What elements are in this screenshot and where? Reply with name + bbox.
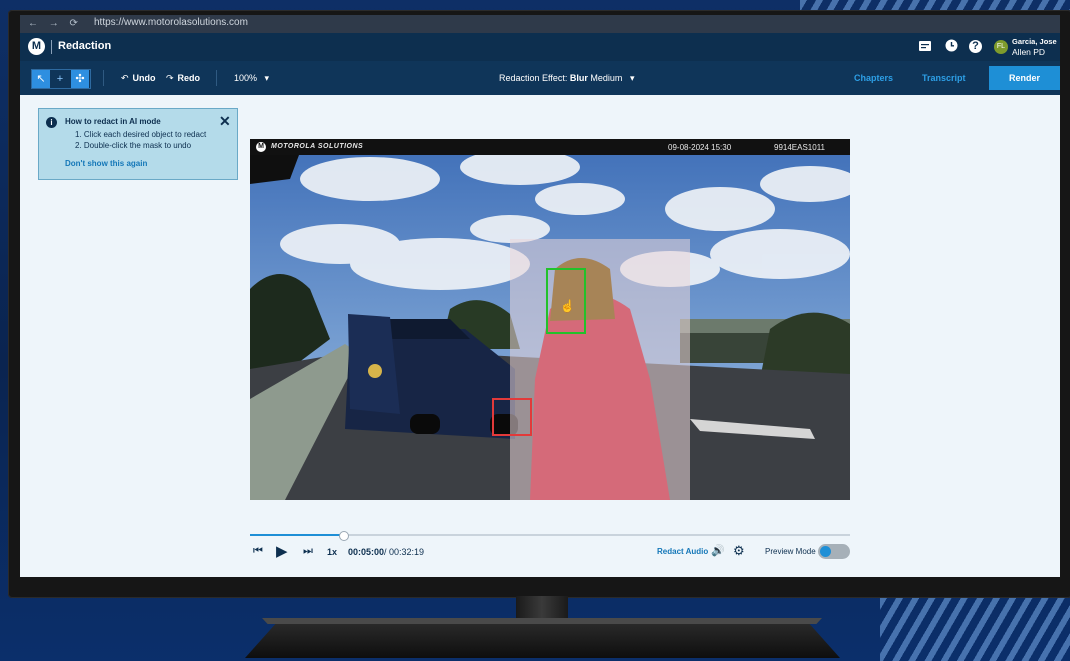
redaction-effect-dropdown[interactable]: Redaction Effect: Blur Medium ▾	[499, 73, 634, 84]
app-title: Redaction	[58, 40, 112, 52]
cursor-hand-icon: ☝	[560, 299, 575, 313]
preview-mode-label: Preview Mode	[765, 547, 816, 556]
zoom-dropdown[interactable]: 100% ▾	[234, 73, 269, 84]
settings-icon[interactable]: ⚙	[733, 543, 745, 559]
close-icon[interactable]: ✕	[219, 113, 231, 130]
browser-bar: ← → ⟳ https://www.motorolasolutions.com	[20, 15, 1060, 33]
device-id: 9914EAS1011	[774, 143, 826, 152]
video-brand: MOTOROLA SOLUTIONS	[271, 143, 364, 150]
video-frame[interactable]: ☝ M MOTOROLA SOLUTIONS 09-08-2024 15:30 …	[250, 139, 850, 500]
background-stripes-bottom	[880, 598, 1070, 661]
chevron-down-icon: ▾	[264, 73, 270, 83]
time-display: 00:05:00/ 00:32:19	[348, 547, 424, 557]
monitor-stand-highlight	[262, 618, 822, 624]
browser-url[interactable]: https://www.motorolasolutions.com	[94, 17, 248, 28]
user-name: Garcia, Jose	[1012, 37, 1057, 46]
effect-value: Blur	[569, 73, 588, 83]
tip-step: 2. Double-click the mask to undo	[75, 141, 192, 150]
ai-tool-icon[interactable]: ✣	[71, 70, 89, 88]
motorola-logo: M	[256, 142, 266, 152]
previous-icon[interactable]: ⏮	[253, 545, 263, 558]
plate-mask[interactable]	[492, 398, 532, 436]
current-time: 00:05:00	[348, 547, 385, 557]
video-overlay-bar: M MOTOROLA SOLUTIONS 09-08-2024 15:30 99…	[250, 139, 850, 155]
browser-nav-buttons[interactable]: ← → ⟳	[28, 18, 82, 29]
effect-strength: Medium	[590, 73, 623, 83]
zoom-value: 100%	[234, 73, 258, 83]
tool-group: ↖ + ✣	[31, 69, 91, 89]
tab-transcript[interactable]: Transcript	[922, 73, 966, 83]
help-icon[interactable]: ?	[969, 40, 982, 53]
next-icon[interactable]: ⏭	[303, 545, 313, 558]
ai-mode-tip: i How to redact in AI mode 1. Click each…	[38, 108, 238, 180]
total-time: / 00:32:19	[384, 547, 425, 557]
toolbar-divider	[103, 70, 104, 86]
render-button[interactable]: Render	[989, 66, 1060, 90]
header-divider	[51, 40, 52, 54]
toolbar: ↖ + ✣ ↶ Undo ↷ Redo 100% ▾ Redaction Effec…	[20, 61, 1060, 95]
redo-label: Redo	[177, 73, 201, 83]
toggle-knob	[820, 546, 831, 557]
playback-speed[interactable]: 1x	[327, 547, 337, 557]
background-stripes-top	[800, 0, 1070, 10]
chevron-down-icon: ▾	[629, 73, 635, 83]
redact-audio-button[interactable]: Redact Audio	[657, 547, 708, 556]
add-tool-icon[interactable]: +	[51, 70, 69, 88]
timeline-handle[interactable]	[339, 531, 349, 541]
history-icon[interactable]	[943, 39, 959, 55]
tip-step: 1. Click each desired object to redact	[75, 130, 207, 139]
undo-label: Undo	[132, 73, 156, 83]
monitor-screen: ← → ⟳ https://www.motorolasolutions.com …	[20, 15, 1060, 577]
timeline-progress	[250, 534, 343, 536]
play-icon[interactable]: ▶	[276, 542, 288, 560]
video-timestamp: 09-08-2024 15:30	[668, 143, 732, 152]
volume-icon[interactable]: 🔊	[711, 544, 725, 557]
effect-prefix: Redaction Effect:	[499, 73, 568, 83]
timeline-scrubber[interactable]	[250, 531, 850, 541]
subtitles-icon[interactable]	[917, 39, 933, 55]
user-org: Allen PD	[1012, 47, 1046, 57]
dont-show-again-link[interactable]: Don't show this again	[65, 159, 147, 168]
avatar[interactable]: FL	[994, 40, 1008, 54]
select-tool-icon[interactable]: ↖	[32, 70, 50, 88]
tip-title: How to redact in AI mode	[65, 117, 161, 126]
toolbar-divider	[216, 70, 217, 86]
info-icon: i	[46, 117, 57, 128]
preview-mode-toggle[interactable]	[818, 544, 850, 559]
undo-button[interactable]: ↶ Undo	[121, 73, 156, 84]
monitor-stand-base	[245, 618, 840, 658]
tab-chapters[interactable]: Chapters	[854, 73, 893, 83]
redo-button[interactable]: ↷ Redo	[166, 73, 200, 84]
redo-icon: ↷	[166, 73, 174, 83]
undo-icon: ↶	[121, 73, 129, 83]
app-header: M Redaction ? FL Garcia, Jose Allen PD	[20, 33, 1060, 61]
motorola-logo: M	[28, 38, 45, 55]
